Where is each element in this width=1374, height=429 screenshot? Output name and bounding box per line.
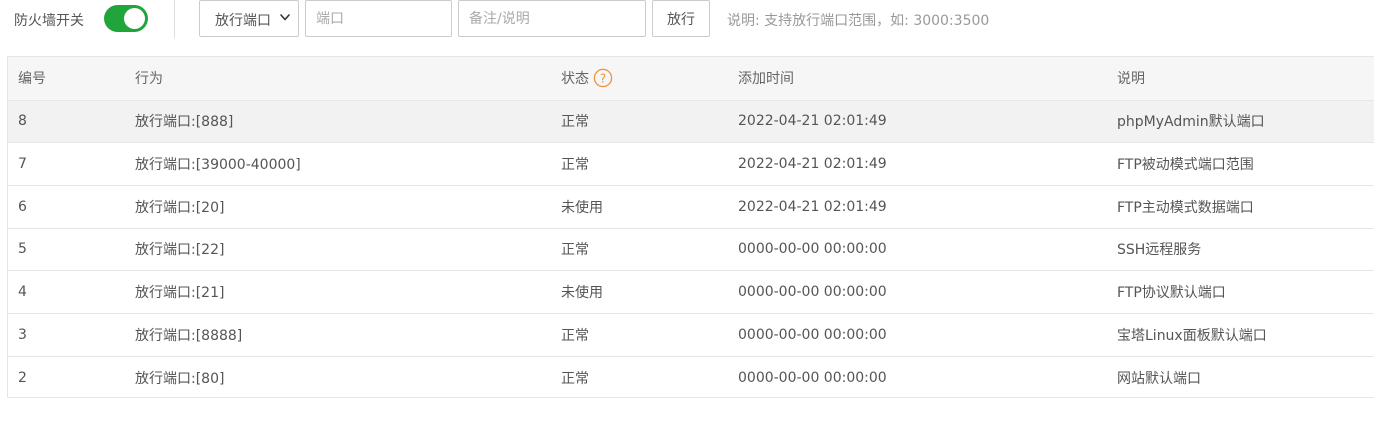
- cell-added-time: 0000-00-00 00:00:00: [738, 270, 1115, 314]
- firewall-toggle-label: 防火墙开关: [14, 13, 84, 29]
- note-input[interactable]: [458, 0, 646, 37]
- cell-description: FTP协议默认端口: [1115, 270, 1374, 314]
- cell-added-time: 0000-00-00 00:00:00: [738, 313, 1115, 357]
- column-header-description: 说明: [1115, 57, 1374, 101]
- cell-id: 8: [8, 100, 124, 144]
- cell-status: 未使用: [561, 270, 738, 314]
- toggle-knob: [124, 8, 145, 29]
- cell-description: 宝塔Linux面板默认端口: [1115, 313, 1374, 357]
- cell-added-time: 2022-04-21 02:01:49: [738, 185, 1115, 229]
- cell-description: SSH远程服务: [1115, 228, 1374, 272]
- cell-id: 2: [18, 369, 27, 386]
- cell-status: 未使用: [561, 185, 738, 229]
- cell-action: 放行端口:[8888]: [124, 313, 561, 357]
- cell-description: FTP被动模式端口范围: [1115, 142, 1374, 186]
- cell-added-time: 2022-04-21 02:01:49: [738, 142, 1115, 186]
- firewall-toggle-switch[interactable]: [104, 5, 148, 32]
- cell-description: 网站默认端口: [1117, 370, 1201, 387]
- cell-description: FTP主动模式数据端口: [1115, 185, 1374, 229]
- cell-added-time: 2022-04-21 02:01:49: [738, 100, 1115, 144]
- firewall-toolbar: 防火墙开关 放行端口 放行 说明: 支持放行端口范围，如: 3000:3500: [0, 0, 1374, 40]
- firewall-rules-table: 编号 行为 状态 ? 添加时间 说明 8 放行端口:[888] 正常 2022-…: [7, 56, 1374, 398]
- cell-description: phpMyAdmin默认端口: [1115, 100, 1374, 144]
- cell-action: 放行端口:[20]: [124, 185, 561, 229]
- port-range-hint: 说明: 支持放行端口范围，如: 3000:3500: [727, 13, 990, 29]
- cell-status: 正常: [561, 228, 738, 272]
- table-row: 2 放行端口:[80] 正常 0000-00-00 00:00:00 网站默认端…: [8, 356, 1374, 399]
- column-header-status: 状态 ?: [561, 57, 738, 101]
- column-header-added-time: 添加时间: [738, 57, 1115, 101]
- help-icon[interactable]: ?: [593, 68, 613, 88]
- cell-status: 正常: [561, 100, 738, 144]
- cell-id: 6: [8, 185, 124, 229]
- column-header-id: 编号: [8, 57, 124, 101]
- cell-id: 3: [8, 313, 124, 357]
- table-row: 7 放行端口:[39000-40000] 正常 2022-04-21 02:01…: [8, 142, 1374, 186]
- cell-action: 放行端口:[22]: [124, 228, 561, 272]
- cell-id: 4: [8, 270, 124, 314]
- cell-action: 放行端口:[80]: [135, 370, 225, 387]
- column-header-action: 行为: [124, 57, 561, 101]
- table-row: 5 放行端口:[22] 正常 0000-00-00 00:00:00 SSH远程…: [8, 228, 1374, 272]
- cell-action: 放行端口:[888]: [124, 100, 561, 144]
- cell-id: 5: [8, 228, 124, 272]
- table-header-row: 编号 行为 状态 ? 添加时间 说明: [8, 57, 1374, 101]
- action-select-value: 放行端口: [215, 13, 271, 29]
- table-row: 3 放行端口:[8888] 正常 0000-00-00 00:00:00 宝塔L…: [8, 313, 1374, 357]
- cell-status: 正常: [561, 142, 738, 186]
- action-select[interactable]: 放行端口: [199, 0, 299, 37]
- cell-added-time: 0000-00-00 00:00:00: [738, 228, 1115, 272]
- svg-text:?: ?: [600, 72, 606, 86]
- column-header-status-label: 状态: [561, 71, 589, 88]
- allow-button[interactable]: 放行: [652, 0, 710, 37]
- chevron-down-icon: [280, 14, 290, 21]
- table-row: 6 放行端口:[20] 未使用 2022-04-21 02:01:49 FTP主…: [8, 185, 1374, 229]
- cell-added-time: 0000-00-00 00:00:00: [738, 369, 887, 386]
- port-input[interactable]: [305, 0, 452, 37]
- cell-action: 放行端口:[39000-40000]: [124, 142, 561, 186]
- table-row: 4 放行端口:[21] 未使用 0000-00-00 00:00:00 FTP协…: [8, 270, 1374, 314]
- cell-status: 正常: [561, 370, 589, 387]
- toolbar-divider: [174, 0, 175, 38]
- table-row: 8 放行端口:[888] 正常 2022-04-21 02:01:49 phpM…: [8, 100, 1374, 144]
- cell-status: 正常: [561, 313, 738, 357]
- cell-action: 放行端口:[21]: [124, 270, 561, 314]
- cell-id: 7: [8, 142, 124, 186]
